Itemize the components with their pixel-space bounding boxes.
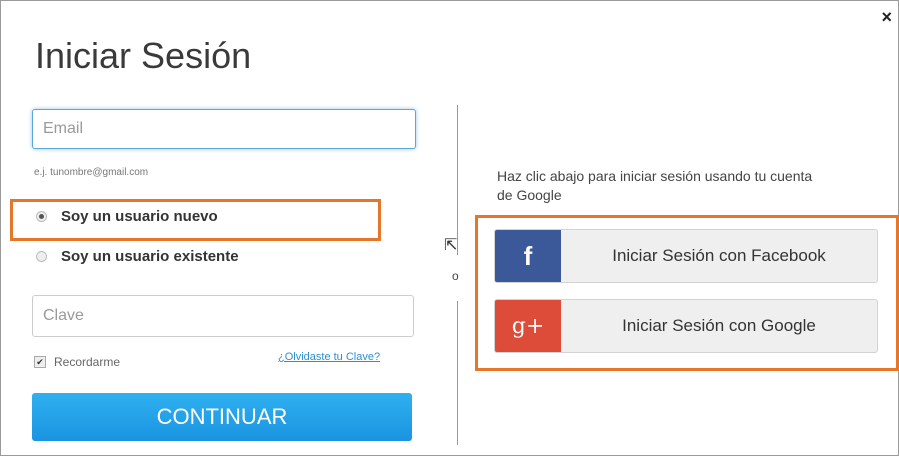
facebook-login-button[interactable]: f Iniciar Sesión con Facebook: [494, 229, 878, 283]
google-login-label: Iniciar Sesión con Google: [622, 316, 816, 335]
remember-me[interactable]: ✔ Recordarme: [34, 355, 120, 369]
google-login-button[interactable]: g+ Iniciar Sesión con Google: [494, 299, 878, 353]
forgot-password-link[interactable]: ¿Olvidaste tu Clave?: [278, 351, 380, 363]
radio-new-label: Soy un usuario nuevo: [61, 208, 218, 225]
remember-label: Recordarme: [54, 355, 121, 369]
divider-bottom: [457, 301, 458, 445]
email-hint: e.j. tunombre@gmail.com: [34, 167, 149, 178]
facebook-icon: f: [495, 230, 561, 282]
login-dialog: × Iniciar Sesión e.j. tunombre@gmail.com…: [0, 0, 899, 456]
mouse-cursor-icon: ⇱: [444, 237, 458, 254]
radio-new-user[interactable]: Soy un usuario nuevo: [36, 208, 218, 225]
remember-checkbox[interactable]: ✔: [34, 356, 46, 368]
continue-button[interactable]: CONTINUAR: [32, 393, 412, 441]
radio-existing-user[interactable]: Soy un usuario existente: [36, 248, 239, 265]
or-separator: o: [452, 269, 459, 283]
radio-button-new[interactable]: [36, 211, 47, 222]
radio-button-existing[interactable]: [36, 251, 47, 262]
divider-top: [457, 105, 458, 255]
password-input[interactable]: [32, 295, 414, 337]
close-icon[interactable]: ×: [881, 7, 892, 28]
email-input[interactable]: [32, 109, 416, 149]
google-plus-icon: g+: [495, 300, 561, 352]
dialog-title: Iniciar Sesión: [35, 35, 252, 76]
social-prompt: Haz clic abajo para iniciar sesión usand…: [497, 168, 813, 203]
facebook-login-label: Iniciar Sesión con Facebook: [612, 246, 826, 265]
radio-existing-label: Soy un usuario existente: [61, 248, 239, 265]
